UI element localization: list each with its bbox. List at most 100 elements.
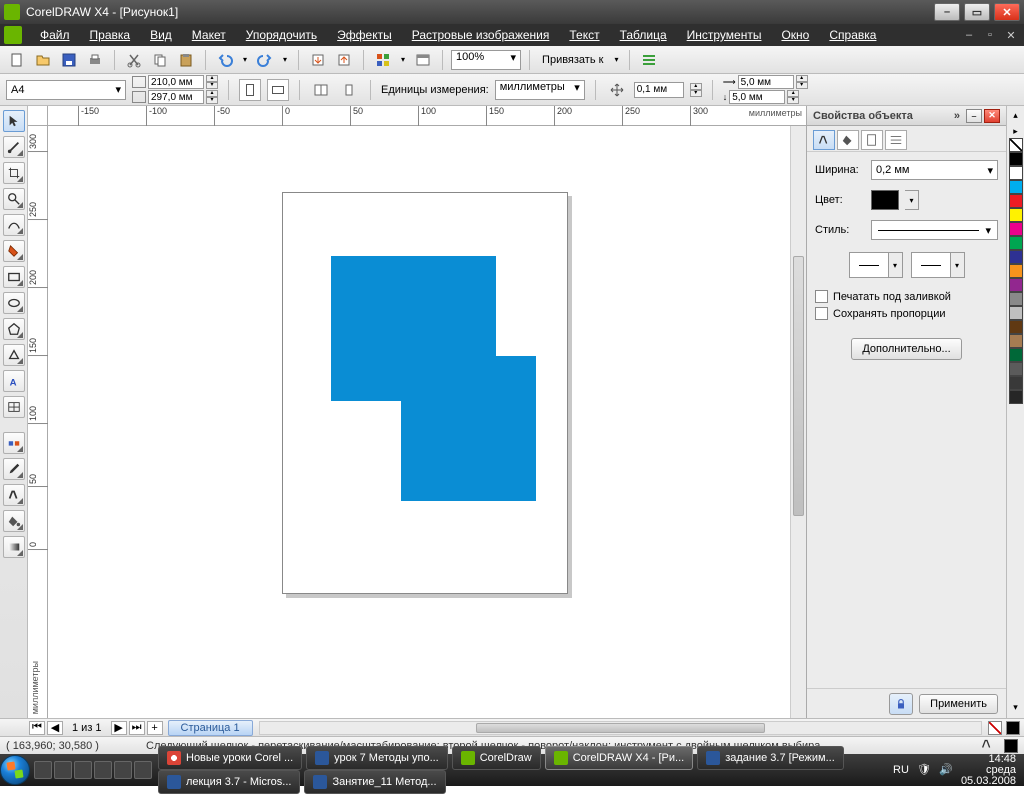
shape-blue-2[interactable] — [401, 356, 536, 501]
page-width-spinner[interactable]: ▴▾ — [206, 75, 218, 89]
last-page-button[interactable]: ⏭ — [129, 721, 145, 735]
docker-tab-general[interactable] — [861, 130, 883, 150]
maximize-button[interactable]: ▭ — [964, 3, 990, 21]
end-arrow-select[interactable] — [911, 252, 951, 278]
fill-tool[interactable] — [3, 510, 25, 532]
menu-упорядочить[interactable]: Упорядочить — [236, 26, 327, 44]
horizontal-ruler[interactable]: -150-100-50050100150200250300 миллиметры — [48, 106, 806, 126]
dup-x-input[interactable] — [738, 75, 794, 89]
nudge-input[interactable] — [634, 82, 684, 98]
color-swatch[interactable] — [1009, 208, 1023, 222]
status-outline-color[interactable] — [1004, 739, 1018, 753]
units-select[interactable]: миллиметры ▾ — [495, 80, 585, 100]
shape-tool[interactable] — [3, 136, 25, 158]
start-button[interactable] — [0, 754, 30, 786]
page-tab-1[interactable]: Страница 1 — [168, 720, 253, 736]
pages-all-button[interactable] — [310, 79, 332, 101]
drawing-canvas[interactable] — [48, 126, 806, 718]
ql-app-2[interactable] — [94, 761, 112, 779]
close-button[interactable]: ✕ — [994, 3, 1020, 21]
ql-app-1[interactable] — [74, 761, 92, 779]
text-tool[interactable]: A — [3, 370, 25, 392]
outline-color-dropdown[interactable]: ▾ — [905, 190, 919, 210]
color-swatch[interactable] — [1009, 292, 1023, 306]
redo-button[interactable] — [254, 49, 276, 71]
no-color-swatch[interactable] — [1009, 138, 1023, 152]
color-swatch[interactable] — [1009, 194, 1023, 208]
menu-инструменты[interactable]: Инструменты — [677, 26, 772, 44]
menu-правка[interactable]: Правка — [80, 26, 141, 44]
landscape-button[interactable] — [267, 79, 289, 101]
h-scroll-thumb[interactable] — [476, 723, 765, 733]
polygon-tool[interactable] — [3, 318, 25, 340]
dup-y-input[interactable] — [729, 90, 785, 104]
outline-style-select[interactable]: ▾ — [871, 220, 998, 240]
menu-текст[interactable]: Текст — [559, 26, 609, 44]
interactive-blend-tool[interactable] — [3, 432, 25, 454]
color-swatch[interactable] — [1009, 152, 1023, 166]
scale-with-image-checkbox[interactable] — [815, 307, 828, 320]
color-swatch[interactable] — [1009, 278, 1023, 292]
outline-tool[interactable] — [3, 484, 25, 506]
basic-shapes-tool[interactable] — [3, 344, 25, 366]
fill-indicator[interactable] — [988, 721, 1002, 735]
eyedropper-tool[interactable] — [3, 458, 25, 480]
prev-page-button[interactable]: ◀ — [47, 721, 63, 735]
app-launcher-button[interactable] — [372, 49, 394, 71]
interactive-fill-tool[interactable] — [3, 536, 25, 558]
portrait-button[interactable] — [239, 79, 261, 101]
palette-options-button[interactable]: ▸ — [1013, 126, 1018, 138]
pages-current-button[interactable] — [338, 79, 360, 101]
save-button[interactable] — [58, 49, 80, 71]
docker-tab-outline[interactable] — [813, 130, 835, 150]
palette-up-button[interactable]: ▴ — [1013, 110, 1018, 122]
menu-справка[interactable]: Справка — [819, 26, 886, 44]
app-launcher-dropdown[interactable]: ▾ — [398, 55, 408, 64]
color-swatch[interactable] — [1009, 236, 1023, 250]
clock[interactable]: 14:48 среда 05.03.2008 — [961, 754, 1016, 787]
welcome-button[interactable] — [412, 49, 434, 71]
document-icon[interactable] — [4, 26, 22, 44]
color-swatch[interactable] — [1009, 222, 1023, 236]
palette-down-button[interactable]: ▾ — [1013, 702, 1018, 714]
color-swatch[interactable] — [1009, 306, 1023, 320]
first-page-button[interactable]: ⏮ — [29, 721, 45, 735]
task-button[interactable]: CorelDRAW X4 - [Ри... — [545, 746, 693, 770]
color-swatch[interactable] — [1009, 362, 1023, 376]
outline-indicator[interactable] — [1006, 721, 1020, 735]
ql-show-desktop[interactable] — [34, 761, 52, 779]
zoom-level-select[interactable]: 100% ▾ — [451, 50, 521, 70]
print-behind-fill-checkbox[interactable] — [815, 290, 828, 303]
next-page-button[interactable]: ▶ — [111, 721, 127, 735]
vertical-scrollbar[interactable] — [790, 126, 806, 718]
docker-tab-fill[interactable] — [837, 130, 859, 150]
color-swatch[interactable] — [1009, 264, 1023, 278]
add-page-button[interactable]: + — [147, 721, 163, 735]
color-swatch[interactable] — [1009, 180, 1023, 194]
zoom-tool[interactable] — [3, 188, 25, 210]
page-width-input[interactable] — [148, 75, 204, 89]
mdi-restore-button[interactable]: ▫ — [981, 28, 999, 42]
menu-растровые изображения[interactable]: Растровые изображения — [402, 26, 560, 44]
apply-button[interactable]: Применить — [919, 694, 998, 714]
ql-app-3[interactable] — [114, 761, 132, 779]
import-button[interactable] — [307, 49, 329, 71]
menu-макет[interactable]: Макет — [182, 26, 236, 44]
copy-button[interactable] — [149, 49, 171, 71]
color-swatch[interactable] — [1009, 250, 1023, 264]
v-scroll-thumb[interactable] — [793, 256, 804, 516]
color-swatch[interactable] — [1009, 376, 1023, 390]
docker-close-button[interactable]: ✕ — [984, 109, 1000, 123]
export-button[interactable] — [333, 49, 355, 71]
task-button[interactable]: лекция 3.7 - Micros... — [158, 770, 300, 794]
task-button[interactable]: урок 7 Методы упо... — [306, 746, 448, 770]
task-button[interactable]: задание 3.7 [Режим... — [697, 746, 844, 770]
tray-volume-icon[interactable]: 🔊 — [939, 763, 953, 777]
open-button[interactable] — [32, 49, 54, 71]
redo-history-button[interactable]: ▾ — [280, 55, 290, 64]
docker-expand-button[interactable]: » — [954, 110, 960, 122]
color-swatch[interactable] — [1009, 348, 1023, 362]
dup-x-spinner[interactable]: ▴▾ — [796, 75, 808, 89]
tray-icon-1[interactable]: 🛡 — [917, 763, 931, 777]
ql-switch-windows[interactable] — [54, 761, 72, 779]
